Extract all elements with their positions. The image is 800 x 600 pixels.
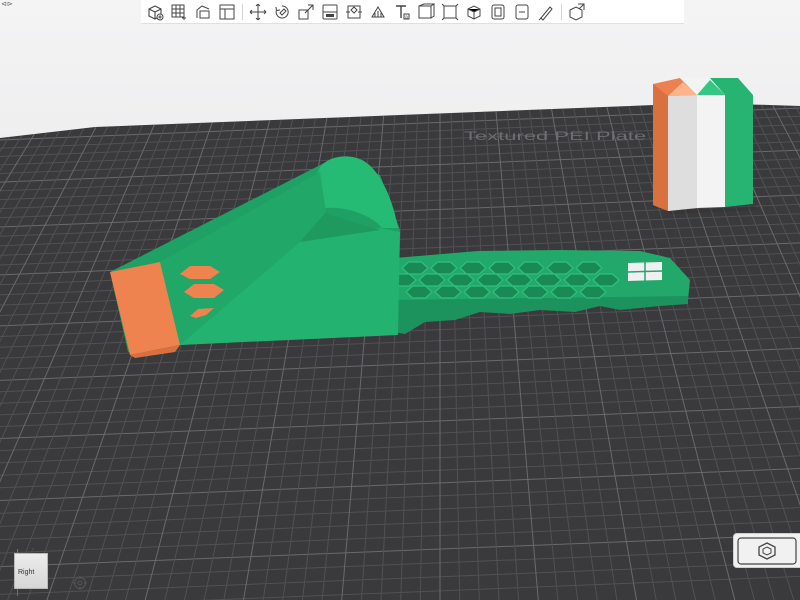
seam-paint-icon[interactable] bbox=[511, 1, 533, 23]
axis-label: Z bbox=[31, 548, 35, 554]
lay-on-face-icon[interactable] bbox=[319, 1, 341, 23]
add-object-icon[interactable] bbox=[144, 1, 166, 23]
assembly-icon[interactable] bbox=[463, 1, 485, 23]
orient-icon[interactable] bbox=[192, 1, 214, 23]
honeycomb-cell bbox=[476, 273, 504, 287]
panel-collapse-icon[interactable]: ⊲⊳ bbox=[1, 1, 13, 9]
top-toolbar: a bbox=[141, 0, 684, 24]
axis-y-line bbox=[17, 590, 18, 596]
honeycomb-cell bbox=[405, 285, 433, 299]
scale-icon[interactable] bbox=[295, 1, 317, 23]
honeycomb-cell bbox=[447, 273, 475, 287]
rotate-icon[interactable] bbox=[271, 1, 293, 23]
boolean-icon[interactable] bbox=[439, 1, 461, 23]
honeycomb-cell bbox=[534, 273, 562, 287]
3d-viewport[interactable]: Textured PEI Plate bbox=[0, 0, 800, 600]
honeycomb-cell bbox=[550, 285, 578, 299]
color-paint-icon[interactable] bbox=[535, 1, 557, 23]
measure-icon[interactable] bbox=[415, 1, 437, 23]
honeycomb-cell bbox=[592, 273, 620, 287]
honeycomb-cell bbox=[401, 261, 429, 275]
honeycomb-cell bbox=[418, 273, 446, 287]
explode-icon[interactable] bbox=[566, 1, 588, 23]
honeycomb-cell bbox=[575, 261, 603, 275]
text-icon[interactable]: a bbox=[391, 1, 413, 23]
honeycomb-cell bbox=[546, 261, 574, 275]
plate-layout-icon[interactable] bbox=[216, 1, 238, 23]
handle-badge bbox=[627, 262, 663, 281]
view-cube-label: Right bbox=[18, 569, 35, 576]
honeycomb-cell bbox=[459, 261, 487, 275]
honeycomb-cell bbox=[579, 285, 607, 299]
view-cube[interactable]: Z Right bbox=[8, 545, 50, 596]
svg-text:a: a bbox=[405, 14, 408, 20]
honeycomb-cell bbox=[563, 273, 591, 287]
split-sep-icon bbox=[242, 3, 243, 20]
arrange-grid-icon[interactable] bbox=[168, 1, 190, 23]
cut-icon[interactable] bbox=[343, 1, 365, 23]
honeycomb-cell bbox=[521, 285, 549, 299]
honeycomb-cell bbox=[488, 261, 516, 275]
honeycomb-cell bbox=[430, 261, 458, 275]
honeycomb-cell bbox=[463, 285, 491, 299]
variable-layer-icon[interactable] bbox=[487, 1, 509, 23]
honeycomb-cell bbox=[517, 261, 545, 275]
flag-block-model[interactable] bbox=[653, 78, 760, 214]
move-icon[interactable] bbox=[247, 1, 269, 23]
plate-label: Textured PEI Plate bbox=[464, 129, 646, 143]
honeycomb-cell bbox=[505, 273, 533, 287]
reset-view-icon[interactable] bbox=[72, 575, 88, 591]
plate-type-icon[interactable] bbox=[733, 533, 800, 568]
honeycomb-cell bbox=[434, 285, 462, 299]
honeycomb-cell bbox=[492, 285, 520, 299]
support-paint-icon[interactable] bbox=[367, 1, 389, 23]
toolbar-separator bbox=[561, 3, 562, 20]
